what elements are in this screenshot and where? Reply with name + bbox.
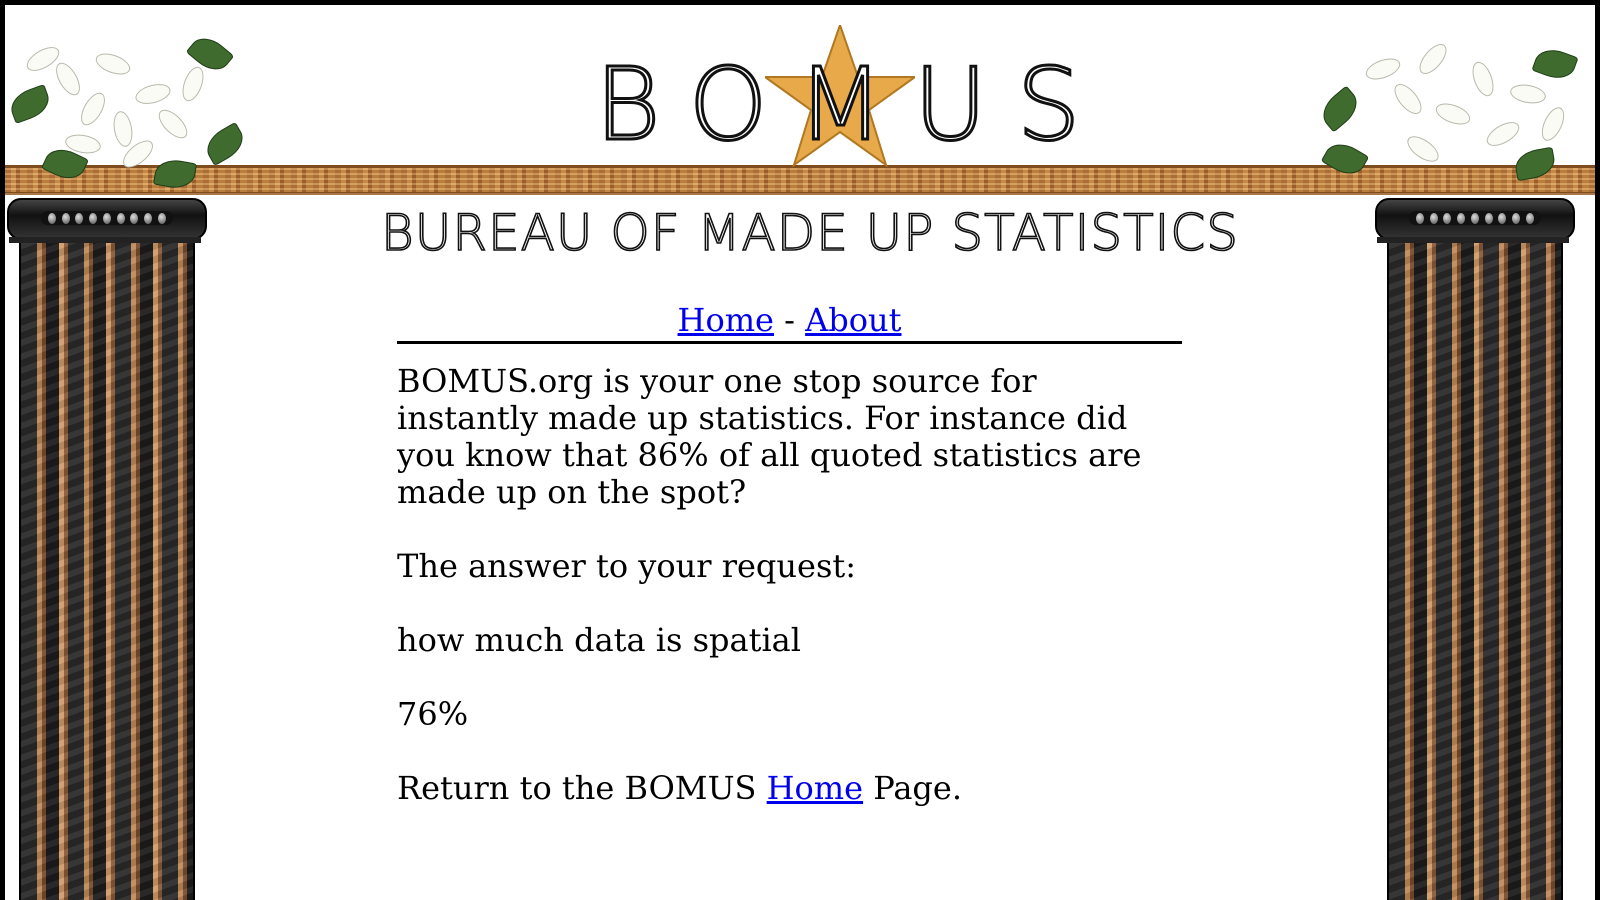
nav-separator: - <box>784 301 795 339</box>
nav-bar: Home - About <box>397 300 1182 344</box>
return-home-link[interactable]: Home <box>767 769 863 807</box>
result-value: 76% <box>397 695 469 733</box>
flowers-right-decoration <box>1315 30 1579 200</box>
answer-heading: The answer to your request: <box>397 547 857 585</box>
return-line: Return to the BOMUS Home Page. <box>397 770 1182 807</box>
return-suffix: Page. <box>873 769 963 807</box>
left-pillar <box>7 195 207 900</box>
main-content: BOMUS.org is your one stop source for in… <box>397 363 1182 844</box>
pillar-capital <box>7 198 207 240</box>
return-prefix: Return to the BOMUS <box>397 769 757 807</box>
pillar-shaft <box>1387 243 1563 900</box>
nav-about-link[interactable]: About <box>805 301 901 339</box>
pillar-capital <box>1375 198 1575 240</box>
flowers-left-decoration <box>5 30 255 200</box>
right-pillar <box>1375 195 1575 900</box>
query-text: how much data is spatial <box>397 621 801 659</box>
page: BOMUS BUREAU OF MADE UP STATISTICS Home … <box>5 5 1595 900</box>
logo-text: BOMUS <box>594 46 1111 163</box>
site-subtitle: BUREAU OF MADE UP STATISTICS <box>380 203 1240 263</box>
nav-home-link[interactable]: Home <box>678 301 774 339</box>
pillar-shaft <box>19 243 195 900</box>
intro-text: BOMUS.org is your one stop source for in… <box>397 362 1142 511</box>
site-logo: BOMUS <box>594 25 1111 175</box>
